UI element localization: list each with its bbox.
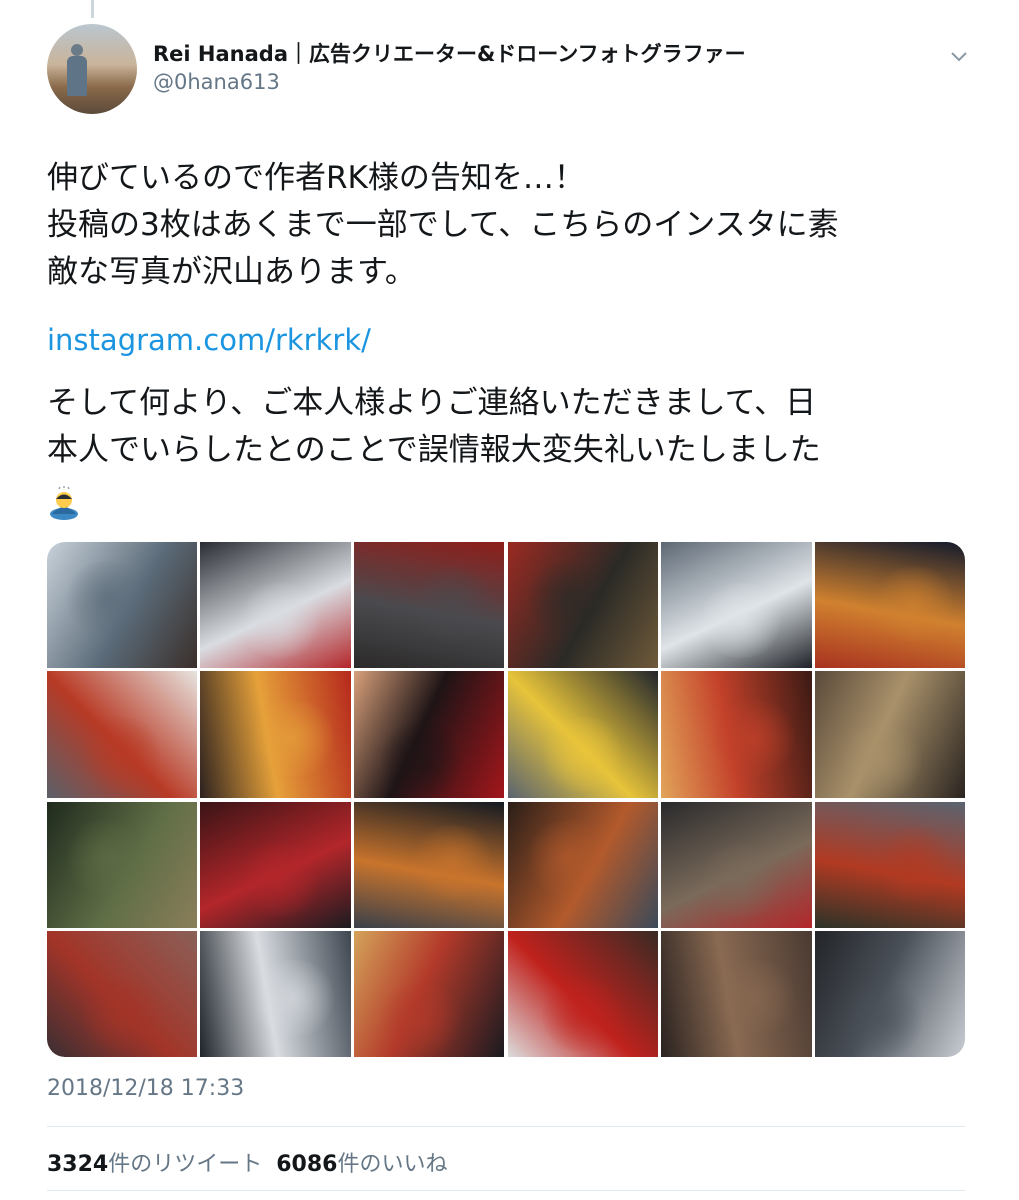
photo-highlight — [62, 820, 153, 897]
photo-taxi-aerial[interactable] — [508, 671, 659, 798]
like-label[interactable]: 件のいいね — [337, 1152, 447, 1177]
photo-lantern-street[interactable] — [200, 671, 351, 798]
photo-highlight — [248, 959, 339, 1036]
photo-collage[interactable] — [47, 542, 965, 1057]
divider — [47, 1190, 965, 1191]
photo-maple-fuji[interactable] — [47, 671, 198, 798]
collage-panel-china-b[interactable] — [508, 801, 965, 1057]
photo-fuji-road[interactable] — [661, 542, 812, 669]
photo-hk-towers[interactable] — [814, 930, 965, 1057]
photo-highlight — [376, 981, 467, 1057]
photo-highlight — [62, 560, 153, 637]
photo-night-market-alley[interactable] — [353, 801, 504, 928]
photo-highlight — [868, 825, 959, 902]
photo-highlight — [709, 700, 800, 777]
photo-highlight — [523, 820, 614, 897]
author-handle[interactable]: @0hana613 — [153, 70, 280, 94]
collage-panel-china-a[interactable] — [508, 542, 965, 798]
photo-highlight — [695, 841, 787, 918]
tweet-body-continued: そして何より、ご本人様よりご連絡いただきまして、日 本人でいらしたとのことで誤情… — [47, 385, 821, 468]
photo-old-roofs[interactable] — [661, 801, 812, 928]
photo-city-jet[interactable] — [200, 930, 351, 1057]
tweet-stats: 3324件のリツイート 6086件のいいね — [47, 1146, 448, 1178]
photo-highlight — [407, 825, 498, 902]
photo-highlight — [234, 841, 326, 918]
photo-stilt-houses[interactable] — [661, 930, 812, 1057]
photo-highlight — [868, 565, 959, 642]
chevron-down-icon[interactable] — [950, 48, 968, 66]
photo-temple-courtyard[interactable] — [814, 671, 965, 798]
tweet-body: 伸びているので作者RK様の告知を…！ 投稿の3枚はあくまで一部でして、こちらのイ… — [47, 160, 839, 290]
photo-moon-gate[interactable] — [508, 542, 659, 669]
photo-highlight — [234, 582, 326, 659]
photo-fuji-pagoda[interactable] — [47, 542, 198, 669]
photo-highlight — [536, 716, 627, 793]
photo-red-lantern-corridor[interactable] — [661, 671, 812, 798]
photo-red-maple-portrait[interactable] — [353, 671, 504, 798]
tweet-timestamp[interactable]: 2018/12/18 17:33 — [47, 1076, 244, 1101]
photo-red-dress[interactable] — [508, 930, 659, 1057]
thread-connector-line — [91, 0, 94, 18]
photo-highlight — [75, 716, 166, 793]
photo-red-pagoda[interactable] — [814, 801, 965, 928]
collage-panel-japan-a[interactable] — [47, 542, 504, 798]
photo-neon-alley[interactable] — [200, 801, 351, 928]
photo-highlight — [709, 959, 800, 1036]
collage-panel-japan-b[interactable] — [47, 801, 504, 1057]
avatar-figure-head — [71, 44, 83, 56]
photo-riverside-houses[interactable] — [508, 801, 659, 928]
divider — [47, 1126, 965, 1127]
photo-highlight — [536, 976, 627, 1052]
avatar-figure-body — [67, 56, 87, 96]
bowing-person-emoji-icon — [50, 486, 78, 520]
photo-highlight — [837, 981, 928, 1057]
photo-highlight — [407, 565, 498, 642]
avatar[interactable] — [47, 24, 137, 114]
photo-highlight — [695, 582, 787, 659]
photo-forest-stairs[interactable] — [47, 801, 198, 928]
photo-crowded-street[interactable] — [353, 930, 504, 1057]
photo-rider-stairs[interactable] — [200, 542, 351, 669]
photo-highlight — [248, 700, 339, 777]
like-count[interactable]: 6086 — [276, 1152, 337, 1177]
photo-highlight — [837, 721, 928, 798]
photo-highlight — [523, 560, 614, 637]
photo-highlight — [75, 976, 166, 1052]
retweet-label[interactable]: 件のリツイート — [108, 1152, 262, 1177]
photo-pagoda-night[interactable] — [814, 542, 965, 669]
photo-temple-dusk[interactable] — [47, 930, 198, 1057]
instagram-link[interactable]: instagram.com/rkrkrk/ — [47, 318, 371, 363]
author-name[interactable]: Rei Hanada｜広告クリエーター&ドローンフォトグラファー — [153, 38, 746, 68]
retweet-count[interactable]: 3324 — [47, 1152, 108, 1177]
photo-red-maple-roofs[interactable] — [353, 542, 504, 669]
photo-highlight — [376, 721, 467, 798]
